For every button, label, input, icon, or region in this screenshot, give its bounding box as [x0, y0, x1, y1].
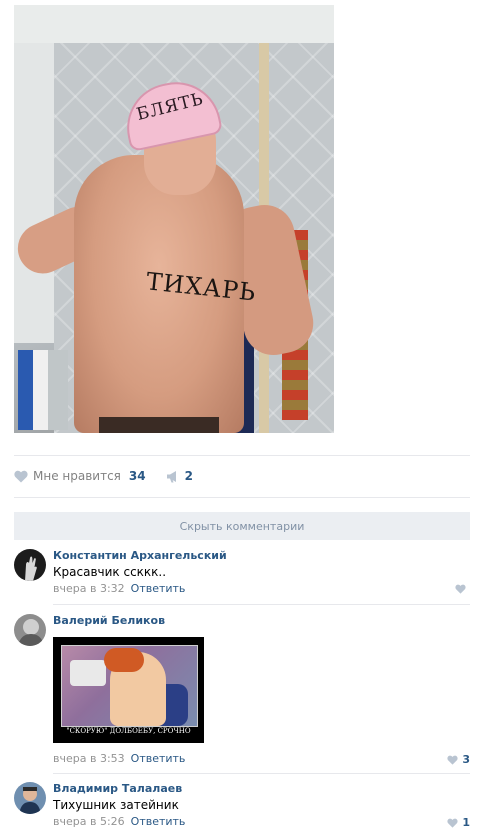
comment-like-button[interactable]: 1 [447, 816, 470, 829]
divider [53, 773, 470, 774]
avatar[interactable] [14, 614, 46, 646]
comment-text: Красавчик ссккк.. [53, 565, 167, 579]
comment-text: Тихушник затейник [53, 798, 179, 812]
post-actions: Мне нравится 34 2 [14, 466, 193, 486]
photo-bottles [18, 350, 68, 430]
comment-like-button[interactable] [455, 584, 470, 594]
photo-cabinet [14, 5, 334, 46]
heart-icon [447, 755, 458, 765]
avatar[interactable] [14, 782, 46, 814]
comment-author[interactable]: Валерий Беликов [53, 614, 165, 627]
divider [53, 604, 470, 605]
post-photo[interactable]: БЛЯТЬ ТИХАРЬ [14, 5, 334, 433]
comment-time[interactable]: вчера в 3:53 [53, 752, 125, 765]
comment-meta: вчера в 3:32 Ответить [53, 582, 185, 595]
divider [14, 497, 470, 498]
divider [14, 455, 470, 456]
avatar[interactable] [14, 549, 46, 581]
comment-time[interactable]: вчера в 5:26 [53, 815, 125, 828]
like-button[interactable]: Мне нравится 34 [14, 469, 146, 483]
heart-icon [455, 584, 466, 594]
photo-pants [99, 417, 219, 433]
heart-icon [447, 818, 458, 828]
comment-like-count: 3 [462, 753, 470, 766]
avatar-image [14, 614, 46, 646]
megaphone-icon [166, 470, 176, 482]
comment-like-button[interactable]: 3 [447, 753, 470, 766]
share-button[interactable]: 2 [166, 469, 193, 483]
comment-meta: вчера в 5:26 Ответить [53, 815, 185, 828]
avatar-image [14, 782, 46, 814]
avatar-image [14, 549, 46, 581]
share-count: 2 [184, 469, 193, 483]
meme-caption: "СКОРУЮ" ДОЛБОЕБУ, СРОЧНО [66, 727, 191, 735]
reply-button[interactable]: Ответить [131, 815, 186, 828]
meme-sink [70, 660, 106, 686]
reply-button[interactable]: Ответить [131, 752, 186, 765]
comment-author[interactable]: Константин Архангельский [53, 549, 227, 562]
meme-picture [61, 645, 198, 727]
comment-time[interactable]: вчера в 3:32 [53, 582, 125, 595]
like-label: Мне нравится [33, 469, 121, 483]
like-count: 34 [128, 469, 146, 483]
comment-image[interactable]: "СКОРУЮ" ДОЛБОЕБУ, СРОЧНО [53, 637, 204, 743]
comment-meta: вчера в 3:53 Ответить [53, 752, 185, 765]
reply-button[interactable]: Ответить [131, 582, 186, 595]
heart-icon [14, 470, 28, 482]
comment: Владимир Талалаев Тихушник затейник вчер… [14, 782, 470, 830]
meme-hair [104, 648, 144, 672]
photo-door [14, 43, 54, 343]
comment: Валерий Беликов "СКОРУЮ" ДОЛБОЕБУ, СРОЧН… [14, 614, 470, 766]
comment-like-count: 1 [462, 816, 470, 829]
hide-comments-button[interactable]: Скрыть комментарии [14, 512, 470, 540]
comment: Константин Архангельский Красавчик ссккк… [14, 549, 470, 595]
comment-author[interactable]: Владимир Талалаев [53, 782, 182, 795]
